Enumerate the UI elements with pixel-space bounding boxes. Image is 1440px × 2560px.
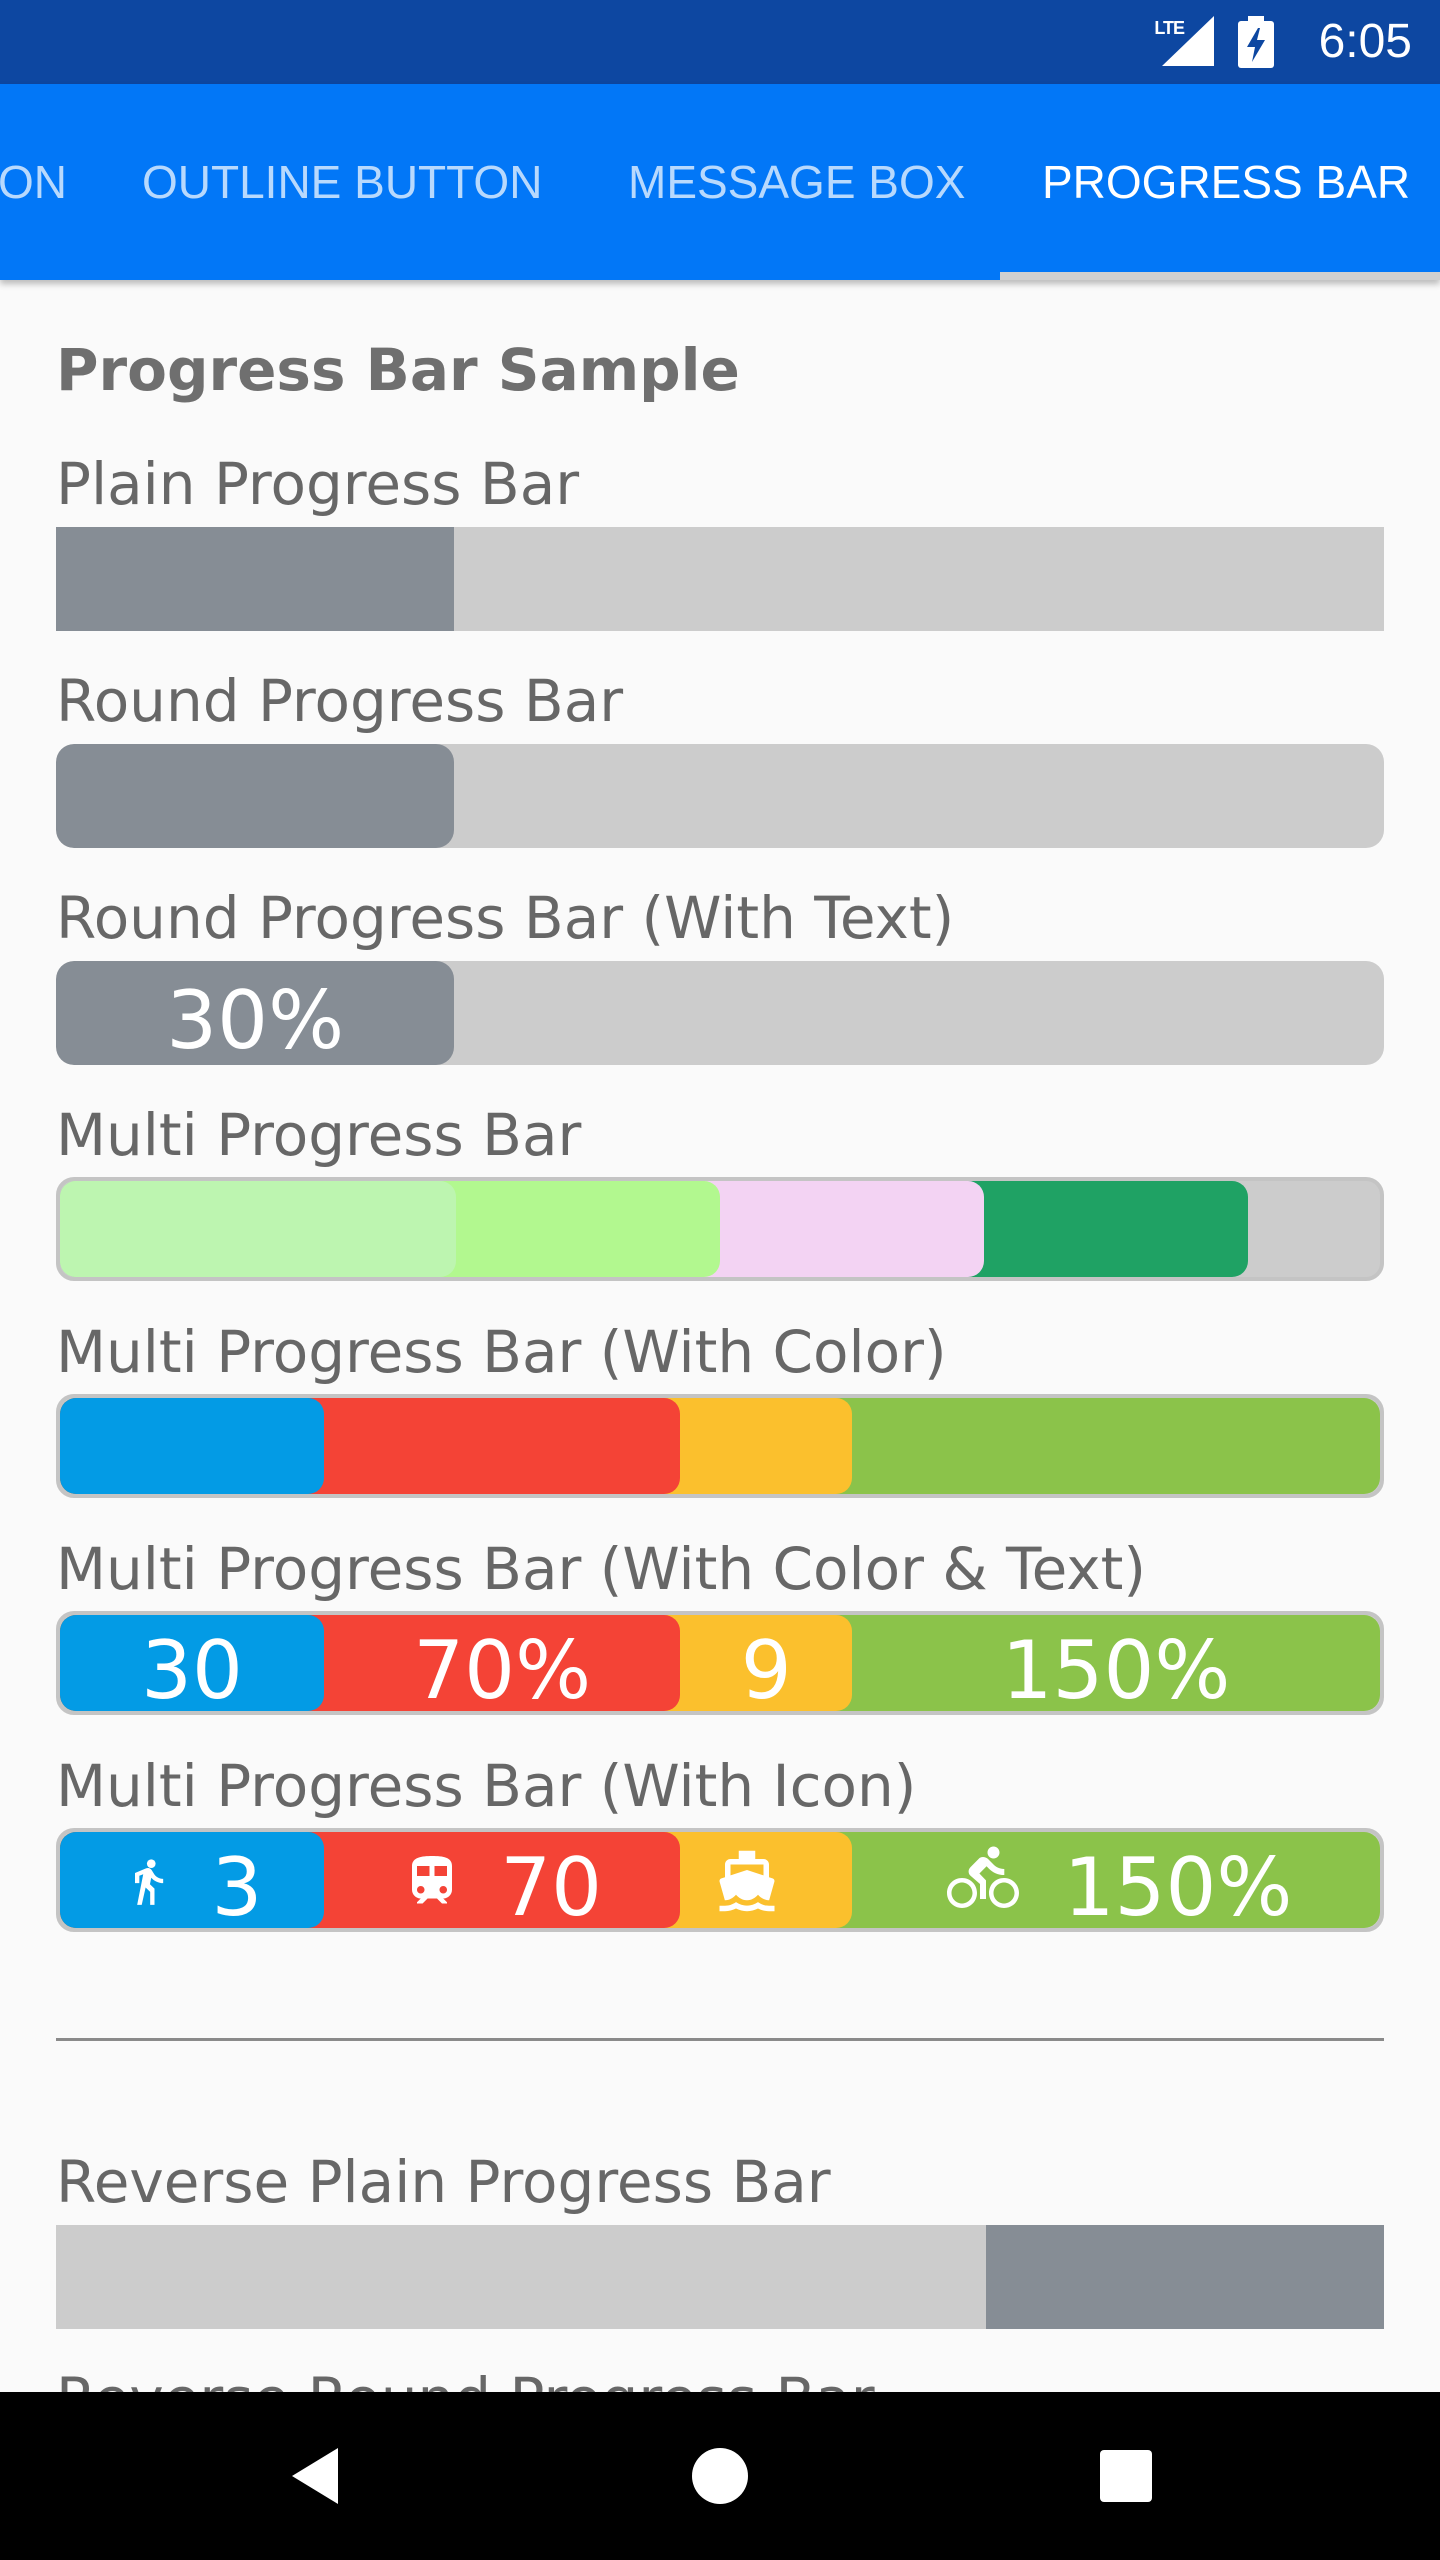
- round-text-progress-label: Round Progress Bar (With Text): [56, 884, 955, 952]
- multi-icon-progress-bar: 150% 70 3: [56, 1828, 1384, 1932]
- multi-color-text-progress-bar: 150% 9 70% 30: [56, 1611, 1384, 1715]
- round-progress-label: Round Progress Bar: [56, 667, 624, 735]
- multi-color-text-segment-label: 150%: [1001, 1624, 1231, 1711]
- page-title: Progress Bar Sample: [56, 336, 740, 404]
- back-icon[interactable]: [286, 2392, 346, 2560]
- multi-color-text-progress-label: Multi Progress Bar (With Color & Text): [56, 1535, 1146, 1603]
- tab-progress-bar[interactable]: PROGRESS BAR: [1042, 84, 1410, 280]
- multi-color-text-segment-label: 9: [740, 1624, 792, 1711]
- battery-charging-icon: [1238, 16, 1274, 68]
- multi-color-progress-bar: [56, 1394, 1384, 1498]
- multi-icon-segment-1: 3: [60, 1832, 324, 1928]
- multi-progress-bar: [56, 1177, 1384, 1281]
- walk-icon: [122, 1832, 174, 1928]
- status-bar: LTE 6:05: [0, 0, 1440, 84]
- recents-icon[interactable]: [1098, 2392, 1154, 2560]
- tab-bar: ON OUTLINE BUTTON MESSAGE BOX PROGRESS B…: [0, 84, 1440, 280]
- multi-color-text-segment-1: 30: [60, 1615, 324, 1711]
- tab-message-box[interactable]: MESSAGE BOX: [628, 84, 965, 280]
- lte-signal-icon: [1162, 16, 1214, 66]
- round-progress-bar: [56, 744, 1384, 848]
- plain-progress-fill: [56, 527, 455, 631]
- multi-progress-label: Multi Progress Bar: [56, 1101, 582, 1169]
- multi-color-text-segment-label: 30: [141, 1624, 243, 1711]
- multi-color-text-segment-label: 70%: [413, 1624, 592, 1711]
- multi-icon-segment-label: 70: [500, 1841, 603, 1928]
- reverse-plain-progress-fill: [985, 2225, 1384, 2329]
- home-icon[interactable]: [690, 2392, 750, 2560]
- tab-on[interactable]: ON: [0, 84, 67, 280]
- ferry-icon: [714, 1832, 780, 1928]
- tab-indicator: [1000, 272, 1440, 280]
- multi-segment-1: [60, 1181, 456, 1277]
- round-text-progress-value: 30%: [166, 974, 345, 1065]
- bike-icon: [940, 1832, 1026, 1928]
- section-divider: [56, 2038, 1384, 2041]
- reverse-plain-progress-label: Reverse Plain Progress Bar: [56, 2148, 831, 2216]
- plain-progress-bar: [56, 527, 1384, 631]
- tab-outline-button[interactable]: OUTLINE BUTTON: [142, 84, 542, 280]
- navigation-bar: [0, 2392, 1440, 2560]
- train-icon: [402, 1832, 462, 1928]
- reverse-plain-progress-bar: [56, 2225, 1384, 2329]
- round-text-progress-fill: 30%: [56, 961, 455, 1065]
- multi-color-segment-1: [60, 1398, 324, 1494]
- status-time: 6:05: [1318, 15, 1412, 68]
- multi-icon-segment-label: 150%: [1063, 1841, 1293, 1928]
- round-progress-fill: [56, 744, 455, 848]
- round-text-progress-bar: 30%: [56, 961, 1384, 1065]
- multi-icon-progress-label: Multi Progress Bar (With Icon): [56, 1752, 917, 1820]
- multi-color-progress-label: Multi Progress Bar (With Color): [56, 1318, 947, 1386]
- content-scroll[interactable]: Progress Bar Sample Plain Progress Bar R…: [0, 280, 1440, 2433]
- multi-icon-segment-label: 3: [211, 1841, 263, 1928]
- plain-progress-label: Plain Progress Bar: [56, 450, 580, 518]
